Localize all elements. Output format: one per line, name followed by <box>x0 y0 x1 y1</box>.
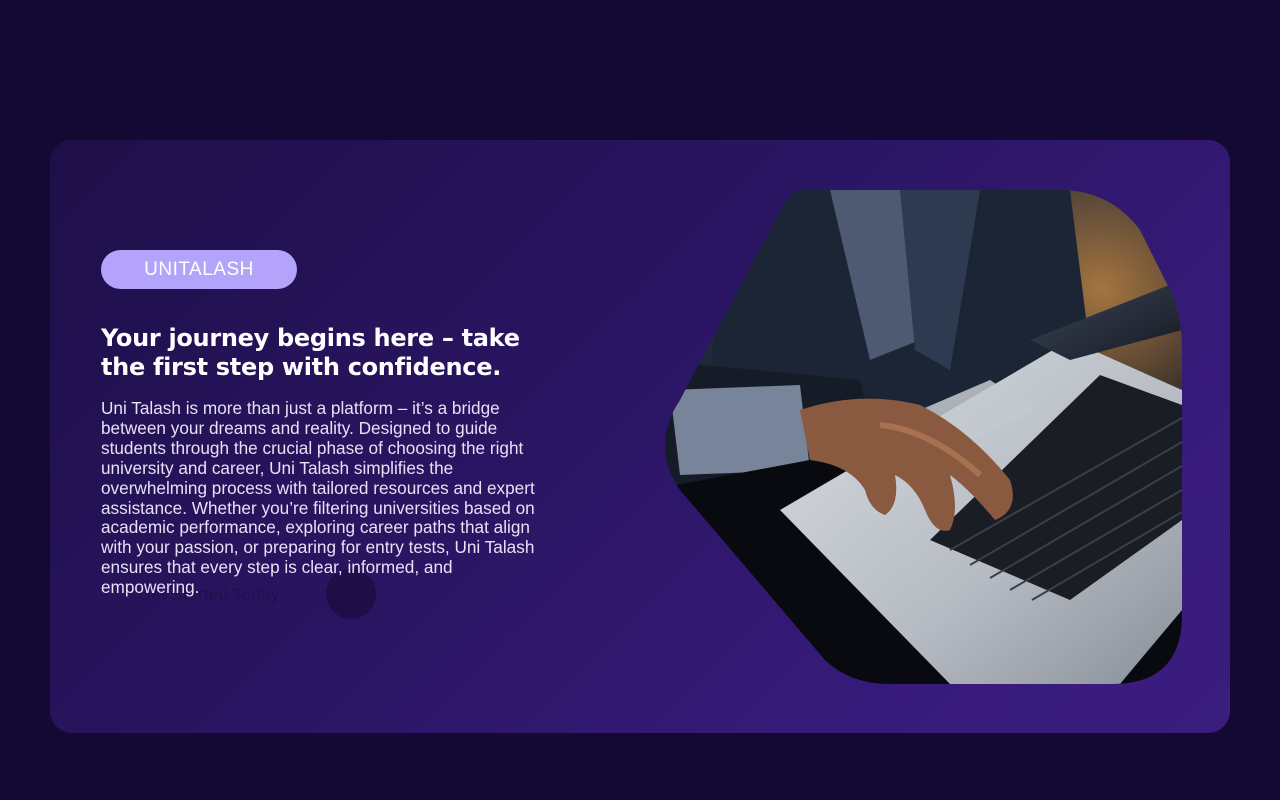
hero-description: Uni Talash is more than just a platform … <box>101 398 535 598</box>
page: UNITALASH Your journey begins here – tak… <box>0 0 1280 800</box>
hero-headline: Your journey begins here – take the firs… <box>101 324 520 381</box>
hero-card: UNITALASH Your journey begins here – tak… <box>50 140 1230 733</box>
brand-badge: UNITALASH <box>101 250 297 289</box>
laptop-typing-photo <box>650 190 1182 684</box>
